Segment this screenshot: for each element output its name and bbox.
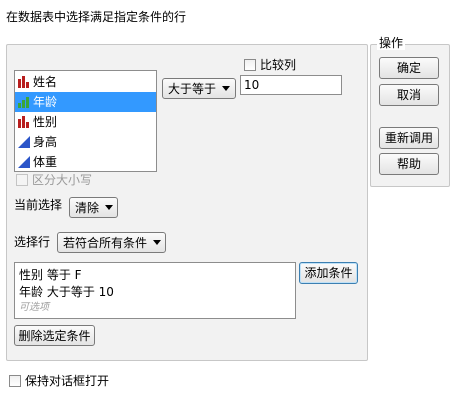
ordinal-bar-icon bbox=[18, 97, 29, 108]
compare-column-label: 比较列 bbox=[260, 58, 297, 72]
nominal-bar-icon bbox=[18, 76, 29, 88]
list-item-label: 体重 bbox=[33, 155, 58, 169]
conditions-list[interactable]: 性别 等于 F 年龄 大于等于 10 可选项 bbox=[14, 262, 296, 319]
select-rows-dropdown[interactable]: 若符合所有条件 bbox=[57, 232, 166, 253]
add-condition-button[interactable]: 添加条件 bbox=[299, 262, 358, 284]
list-item-label: 身高 bbox=[33, 135, 58, 149]
dialog-title: 在数据表中选择满足指定条件的行 bbox=[6, 10, 187, 24]
list-item-label: 性别 bbox=[33, 115, 58, 129]
keep-open-label: 保持对话框打开 bbox=[25, 374, 110, 388]
condition-item[interactable]: 性别 等于 F bbox=[19, 267, 291, 284]
current-selection-value: 清除 bbox=[75, 201, 100, 215]
keep-open-checkbox[interactable] bbox=[9, 375, 21, 387]
list-item-sex[interactable]: 性别 bbox=[15, 112, 156, 132]
list-item-label: 年龄 bbox=[33, 95, 58, 109]
current-selection-label: 当前选择 bbox=[14, 198, 63, 212]
operator-value: 大于等于 bbox=[168, 82, 217, 96]
list-item-height[interactable]: 身高 bbox=[15, 132, 156, 152]
list-item-label: 姓名 bbox=[33, 75, 58, 89]
help-button[interactable]: 帮助 bbox=[379, 153, 439, 175]
continuous-triangle-icon bbox=[18, 156, 30, 168]
recall-button[interactable]: 重新调用 bbox=[379, 127, 439, 149]
chevron-down-icon bbox=[105, 205, 114, 210]
case-sensitive-label: 区分大小写 bbox=[32, 173, 93, 187]
value-input[interactable]: 10 bbox=[240, 75, 342, 95]
ok-label: 确定 bbox=[396, 61, 421, 75]
actions-title: 操作 bbox=[377, 36, 406, 50]
ok-button[interactable]: 确定 bbox=[379, 57, 439, 79]
current-selection-dropdown[interactable]: 清除 bbox=[69, 197, 118, 218]
delete-condition-label: 删除选定条件 bbox=[18, 328, 91, 343]
recall-label: 重新调用 bbox=[384, 131, 433, 145]
value-input-text: 10 bbox=[244, 78, 260, 92]
help-label: 帮助 bbox=[396, 157, 421, 171]
nominal-bar-icon bbox=[18, 116, 29, 128]
optional-hint: 可选项 bbox=[19, 302, 49, 313]
continuous-triangle-icon bbox=[18, 136, 30, 148]
list-item-name[interactable]: 姓名 bbox=[15, 72, 156, 92]
select-rows-value: 若符合所有条件 bbox=[63, 236, 148, 250]
delete-condition-button[interactable]: 删除选定条件 bbox=[14, 325, 95, 346]
compare-column-checkbox[interactable] bbox=[244, 59, 256, 71]
case-sensitive-checkbox[interactable] bbox=[16, 174, 28, 186]
column-list[interactable]: 姓名 年龄 性别 身高 体重 bbox=[14, 70, 157, 172]
condition-item[interactable]: 年龄 大于等于 10 bbox=[19, 284, 291, 301]
cancel-label: 取消 bbox=[396, 88, 421, 102]
cancel-button[interactable]: 取消 bbox=[379, 84, 439, 106]
select-rows-label: 选择行 bbox=[14, 235, 51, 249]
chevron-down-icon bbox=[153, 240, 162, 245]
operator-dropdown[interactable]: 大于等于 bbox=[162, 78, 236, 99]
chevron-down-icon bbox=[222, 86, 231, 91]
list-item-age[interactable]: 年龄 bbox=[15, 92, 156, 112]
list-item-weight[interactable]: 体重 bbox=[15, 152, 156, 172]
add-condition-label: 添加条件 bbox=[304, 266, 353, 280]
